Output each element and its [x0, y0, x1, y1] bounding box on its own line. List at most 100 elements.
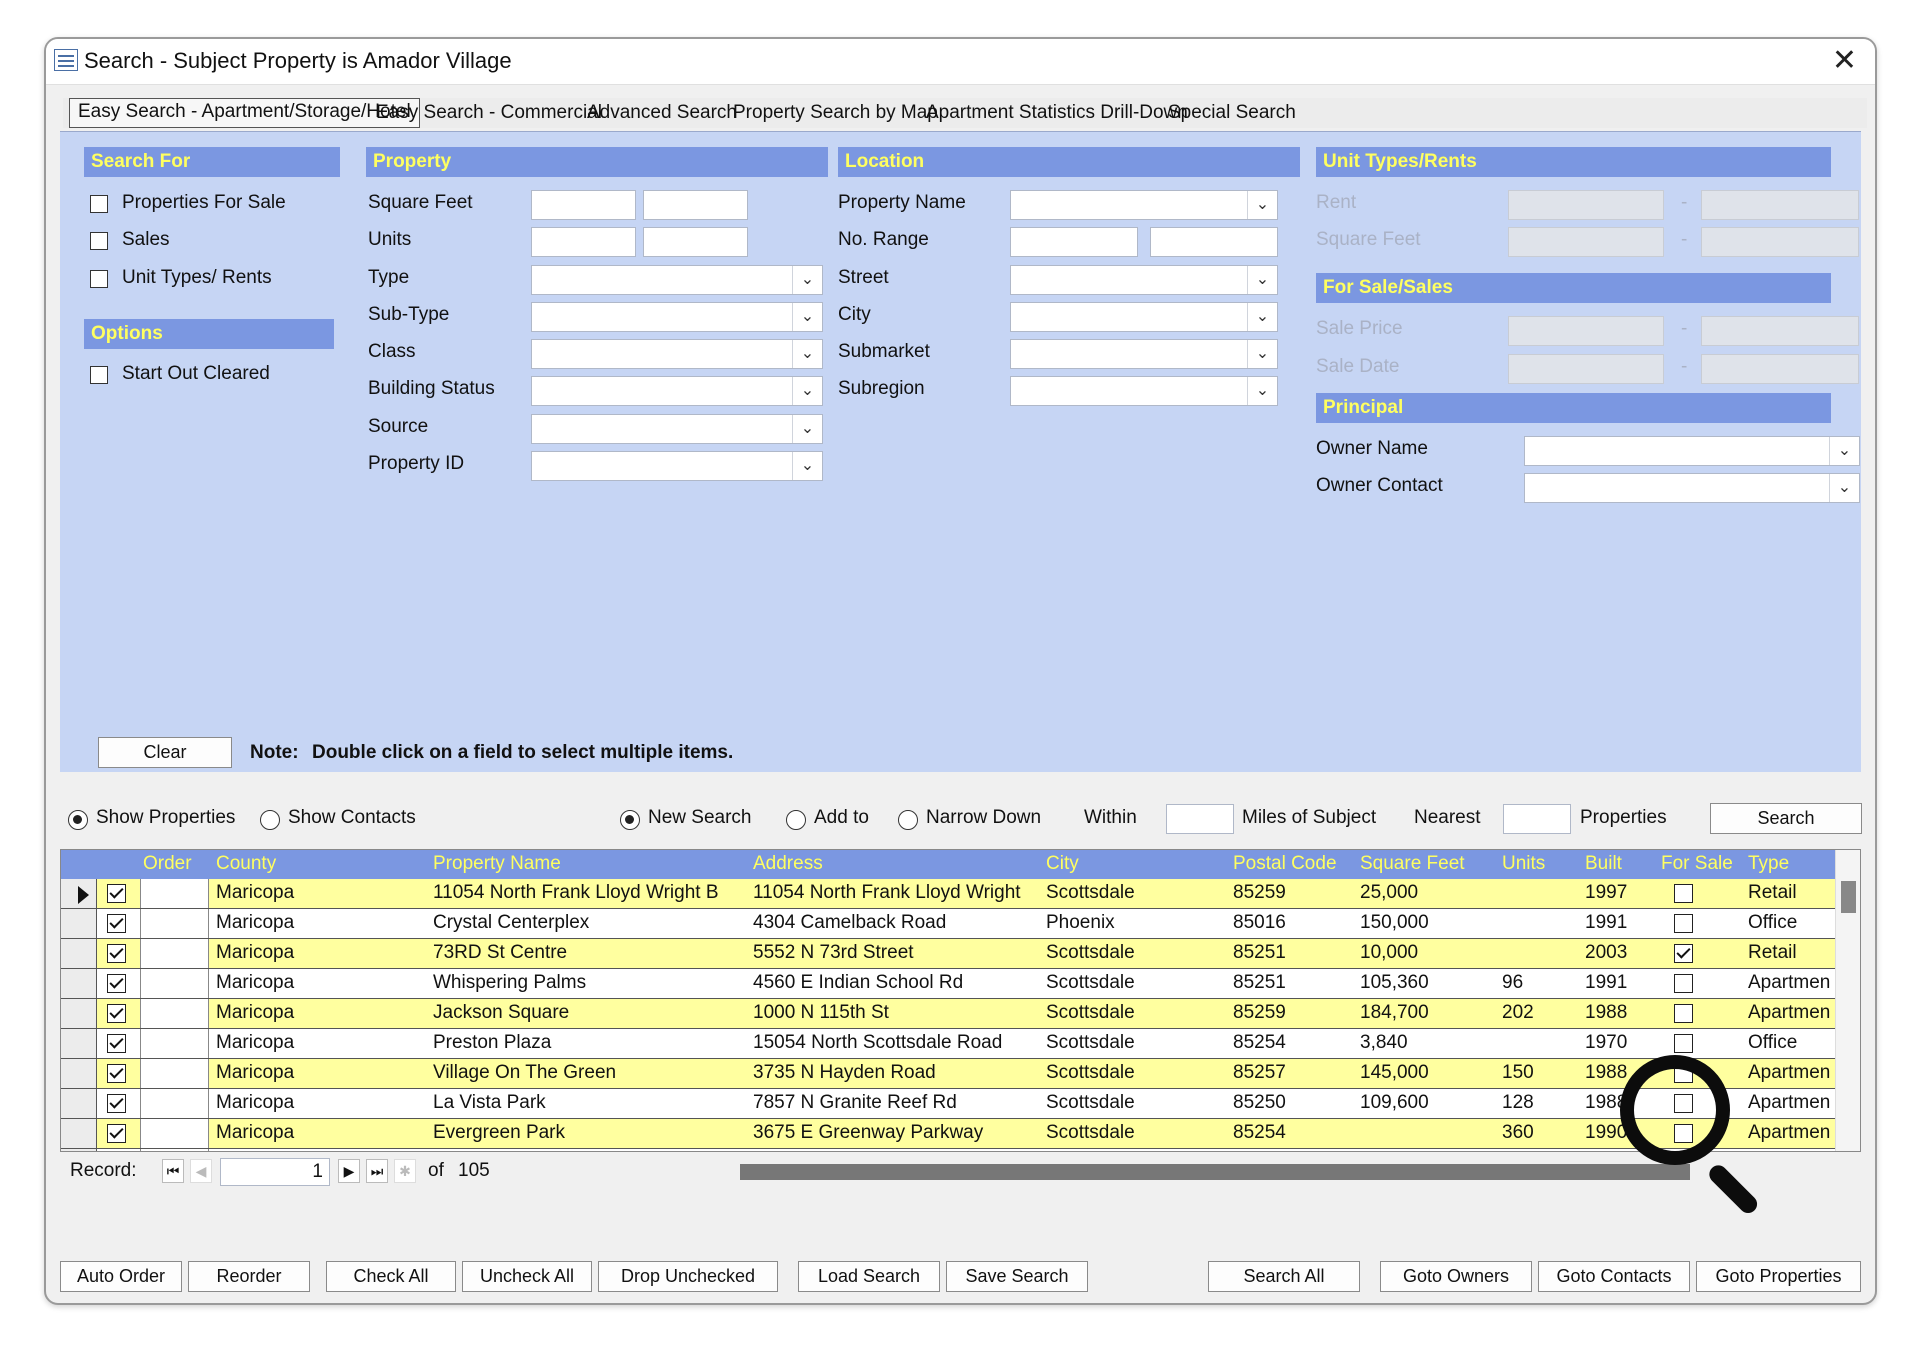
table-row[interactable]: Maricopa Crystal Centerplex 4304 Camelback… — [61, 909, 1837, 939]
cell-city[interactable]: Scottsdale — [1046, 942, 1135, 964]
cell-type[interactable]: Office — [1748, 1032, 1797, 1054]
row-selector[interactable] — [61, 969, 97, 998]
cell-type[interactable]: Apartmen — [1748, 972, 1830, 994]
column-header-units[interactable]: Units — [1502, 853, 1545, 875]
sub-type-dropdown[interactable]: ⌄ — [531, 302, 823, 332]
cell-property-name[interactable]: La Vista Park — [433, 1092, 546, 1114]
cell-type[interactable]: Retail — [1748, 882, 1797, 904]
cell-built[interactable]: 1991 — [1585, 972, 1627, 994]
cell-city[interactable]: Scottsdale — [1046, 972, 1135, 994]
cell-built[interactable]: 1990 — [1585, 1122, 1627, 1144]
subregion-dropdown[interactable]: ⌄ — [1010, 376, 1278, 406]
add-to-radio[interactable] — [786, 810, 806, 830]
cell-address[interactable]: 3675 E Greenway Parkway — [753, 1122, 983, 1144]
tab-property-search-by-map[interactable]: Property Search by Map — [733, 102, 938, 124]
goto-contacts-button[interactable]: Goto Contacts — [1538, 1261, 1690, 1292]
cell-type[interactable]: Apartmen — [1748, 1062, 1830, 1084]
cell-property-name[interactable]: Village On The Green — [433, 1062, 616, 1084]
include-checkbox[interactable] — [107, 974, 126, 993]
rent-min-input[interactable] — [1508, 190, 1664, 220]
row-selector[interactable] — [61, 1089, 97, 1118]
table-row[interactable]: Maricopa 11054 North Frank Lloyd Wright B… — [61, 879, 1837, 909]
table-row[interactable]: Maricopa Evergreen Park 3675 E Greenway Pa… — [61, 1119, 1837, 1149]
cell-postal-code[interactable]: 85257 — [1233, 1062, 1286, 1084]
vertical-scrollbar[interactable] — [1835, 850, 1860, 1151]
current-record-input[interactable]: 1 — [220, 1158, 330, 1186]
cell-city[interactable]: Scottsdale — [1046, 1032, 1135, 1054]
cell-county[interactable]: Maricopa — [216, 972, 294, 994]
row-selector[interactable] — [61, 1149, 97, 1151]
tab-apartment-statistics[interactable]: Apartment Statistics Drill-Down — [926, 102, 1188, 124]
next-record-icon[interactable]: ▶ — [338, 1159, 360, 1183]
new-search-radio[interactable] — [620, 810, 640, 830]
include-checkbox[interactable] — [107, 1034, 126, 1053]
unit-square-feet-min-input[interactable] — [1508, 227, 1664, 257]
column-header-city[interactable]: City — [1046, 853, 1079, 875]
order-cell[interactable] — [140, 1059, 209, 1088]
units-max-input[interactable] — [643, 227, 748, 257]
cell-property-name[interactable]: Whispering Palms — [433, 972, 586, 994]
units-min-input[interactable] — [531, 227, 636, 257]
cell-built[interactable]: 1970 — [1585, 1032, 1627, 1054]
cell-county[interactable]: Maricopa — [216, 1062, 294, 1084]
include-checkbox[interactable] — [107, 1004, 126, 1023]
cell-square-feet[interactable]: 150,000 — [1360, 912, 1429, 934]
show-contacts-radio[interactable] — [260, 810, 280, 830]
no-range-min-input[interactable] — [1010, 227, 1138, 257]
tab-advanced-search[interactable]: Advanced Search — [587, 102, 737, 124]
order-cell[interactable] — [140, 1119, 209, 1148]
square-feet-min-input[interactable] — [531, 190, 636, 220]
no-range-max-input[interactable] — [1150, 227, 1278, 257]
rent-max-input[interactable] — [1701, 190, 1859, 220]
cell-units[interactable]: 128 — [1502, 1092, 1534, 1114]
row-selector[interactable] — [61, 909, 97, 938]
include-checkbox[interactable] — [107, 884, 126, 903]
cell-postal-code[interactable]: 85254 — [1233, 1032, 1286, 1054]
cell-property-name[interactable]: Jackson Square — [433, 1002, 569, 1024]
save-search-button[interactable]: Save Search — [946, 1261, 1088, 1292]
cell-address[interactable]: 4304 Camelback Road — [753, 912, 946, 934]
cell-address[interactable]: 11054 North Frank Lloyd Wright — [753, 882, 1021, 904]
order-cell[interactable] — [140, 1029, 209, 1058]
cell-county[interactable]: Maricopa — [216, 1092, 294, 1114]
include-checkbox[interactable] — [107, 914, 126, 933]
table-row[interactable]: Maricopa 73RD St Centre 5552 N 73rd Street… — [61, 939, 1837, 969]
column-header-address[interactable]: Address — [753, 853, 823, 875]
cell-built[interactable]: 1997 — [1585, 882, 1627, 904]
cell-address[interactable]: 1000 N 115th St — [753, 1002, 889, 1024]
cell-units[interactable]: 150 — [1502, 1062, 1534, 1084]
cell-address[interactable]: 5552 N 73rd Street — [753, 942, 914, 964]
cell-city[interactable]: Scottsdale — [1046, 1092, 1135, 1114]
reorder-button[interactable]: Reorder — [188, 1261, 310, 1292]
order-cell[interactable] — [140, 969, 209, 998]
unit-square-feet-max-input[interactable] — [1701, 227, 1859, 257]
class-dropdown[interactable]: ⌄ — [531, 339, 823, 369]
cell-postal-code[interactable]: 85251 — [1233, 972, 1286, 994]
property-name-dropdown[interactable]: ⌄ — [1010, 190, 1278, 220]
tab-special-search[interactable]: Special Search — [1168, 102, 1296, 124]
order-cell[interactable] — [140, 1149, 209, 1151]
row-selector[interactable] — [61, 939, 97, 968]
previous-record-icon[interactable]: ◀ — [190, 1159, 212, 1183]
sales-checkbox[interactable] — [90, 232, 108, 250]
tab-easy-search-apartment[interactable]: Easy Search - Apartment/Storage/Hotel — [69, 98, 420, 128]
cell-city[interactable]: Scottsdale — [1046, 1002, 1135, 1024]
cell-square-feet[interactable]: 3,840 — [1360, 1032, 1408, 1054]
column-header-postal-code[interactable]: Postal Code — [1233, 853, 1337, 875]
first-record-icon[interactable]: ⏮ — [162, 1159, 184, 1183]
show-properties-radio[interactable] — [68, 810, 88, 830]
cell-square-feet[interactable]: 184,700 — [1360, 1002, 1429, 1024]
cell-square-feet[interactable]: 109,600 — [1360, 1092, 1429, 1114]
cell-county[interactable]: Maricopa — [216, 1002, 294, 1024]
cell-square-feet[interactable]: 105,360 — [1360, 972, 1429, 994]
order-cell[interactable] — [140, 939, 209, 968]
row-selector[interactable] — [61, 999, 97, 1028]
cell-postal-code[interactable]: 85259 — [1233, 1002, 1286, 1024]
scrollbar-thumb[interactable] — [1841, 881, 1856, 913]
check-all-button[interactable]: Check All — [326, 1261, 456, 1292]
cell-property-name[interactable]: Evergreen Park — [433, 1122, 565, 1144]
cell-city[interactable]: Scottsdale — [1046, 882, 1135, 904]
nearest-count-input[interactable] — [1503, 804, 1571, 834]
horizontal-scrollbar[interactable] — [740, 1164, 1690, 1180]
search-button[interactable]: Search — [1710, 803, 1862, 834]
